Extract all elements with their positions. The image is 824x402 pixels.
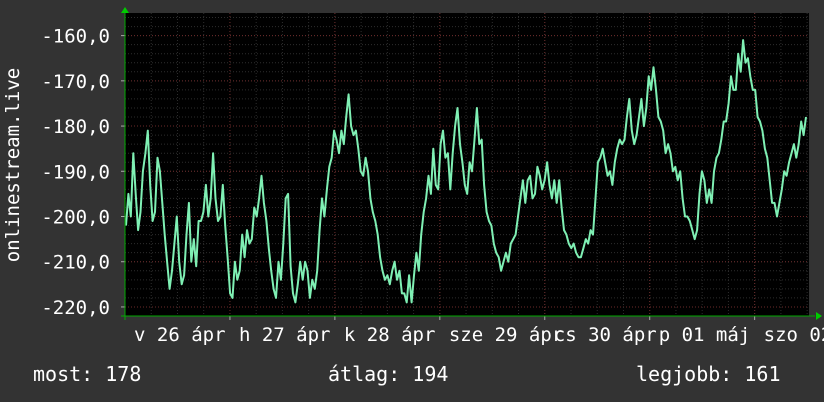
- x-tick-label: sze 29 ápr: [449, 324, 563, 346]
- x-tick-label: h 27 ápr: [239, 324, 331, 346]
- x-tick-label: szo 02 máj: [764, 324, 824, 346]
- y-tick-label: -180,0: [41, 116, 110, 138]
- y-axis-ticks: -160,0 -170,0 -180,0 -190,0 -200,0 -210,0 -220…: [41, 26, 125, 319]
- y-tick-label: -200,0: [41, 207, 110, 229]
- y-tick-label: -160,0: [41, 26, 110, 48]
- y-axis-arrow: [121, 7, 129, 13]
- x-axis-arrow: [816, 312, 822, 320]
- stat-current: most: 178: [33, 362, 142, 386]
- y-axis-title: onlinestream.live: [2, 68, 24, 262]
- y-tick-label: -210,0: [41, 252, 110, 274]
- y-tick-label: -220,0: [41, 297, 110, 319]
- x-axis-ticks: v 26 ápr h 27 ápr k 28 ápr sze 29 áprcs 30 …: [124, 316, 824, 346]
- y-tick-label: -190,0: [41, 161, 110, 183]
- stat-average: átlag: 194: [328, 362, 449, 386]
- x-tick-label: k 28 ápr: [344, 324, 436, 346]
- line-chart: -160,0 -170,0 -180,0 -190,0 -200,0 -210,0 -220…: [2, 7, 824, 346]
- x-tick-label: v 26 ápr: [134, 324, 226, 346]
- x-tick-label: p 01 máj: [659, 324, 751, 346]
- x-tick-label: cs 30 ápr: [554, 324, 657, 346]
- y-tick-label: -170,0: [41, 71, 110, 93]
- stat-best: legjobb: 161: [636, 362, 781, 386]
